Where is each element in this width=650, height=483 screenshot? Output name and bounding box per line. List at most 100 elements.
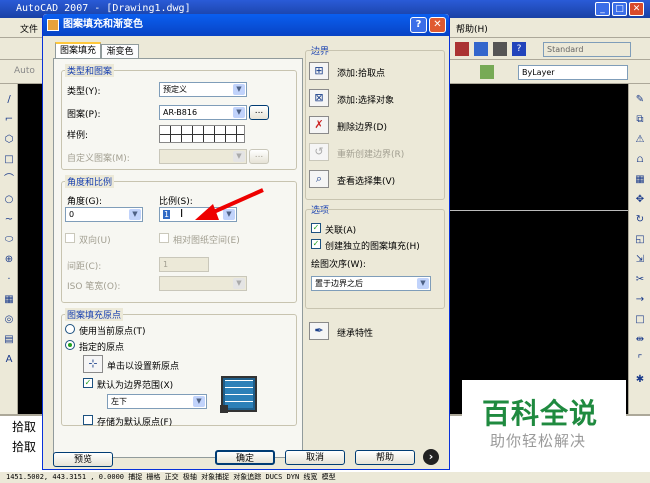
erase-tool-icon[interactable]: ✎	[634, 94, 646, 106]
store-default-checkbox[interactable]	[83, 415, 93, 425]
arc-tool-icon[interactable]: ⌒	[3, 174, 15, 186]
mtext-tool-icon[interactable]: A	[3, 354, 15, 366]
recreate-boundary-button[interactable]: 重新创建边界(R)	[337, 147, 404, 160]
spacing-input[interactable]: 1	[159, 257, 209, 272]
origin-position-select[interactable]: 左下 ▼	[107, 394, 207, 409]
cancel-button[interactable]: 取消	[285, 450, 345, 465]
minimize-button[interactable]: _	[595, 2, 610, 16]
insert-block-icon[interactable]: ⊕	[3, 254, 15, 266]
use-current-origin-label: 使用当前原点(T)	[79, 327, 146, 337]
point-tool-icon[interactable]: ·	[3, 274, 15, 286]
iso-pen-select[interactable]: ▼	[159, 276, 247, 291]
hatch-tool-icon[interactable]: ▦	[3, 294, 15, 306]
help-icon[interactable]: ?	[512, 42, 526, 56]
specified-origin-radio[interactable]	[65, 340, 75, 350]
help-button[interactable]: 帮助	[355, 450, 415, 465]
circle-tool-icon[interactable]: ○	[3, 194, 15, 206]
group-title: 角度和比例	[65, 175, 115, 188]
help-question-button[interactable]: ?	[410, 17, 427, 33]
red-arrow-annotation	[195, 188, 264, 220]
group-title: 图案填充原点	[65, 308, 124, 321]
stretch-tool-icon[interactable]: ⇲	[634, 254, 646, 266]
table-tool-icon[interactable]: ▤	[3, 334, 15, 346]
tab-hatch[interactable]: 图案填充	[55, 42, 101, 58]
pattern-sample-swatch[interactable]	[159, 125, 245, 143]
dialog-title-bar[interactable]: 图案填充和渐变色	[43, 14, 449, 36]
extend-tool-icon[interactable]: →	[634, 294, 646, 306]
default-extents-label: 默认为边界范围(X)	[97, 381, 174, 391]
select-objects-icon[interactable]: ⊠	[309, 89, 329, 107]
calculator-icon[interactable]	[493, 42, 507, 56]
scale-tool-icon[interactable]: ◱	[634, 234, 646, 246]
inherit-properties-button[interactable]: 继承特性	[337, 326, 373, 339]
chevron-down-icon: ▼	[417, 278, 429, 289]
explode-tool-icon[interactable]: ✱	[634, 374, 646, 386]
join-tool-icon[interactable]: ⇹	[634, 334, 646, 346]
pick-point-icon[interactable]: ⊞	[309, 62, 329, 80]
preview-button[interactable]: 预览	[53, 452, 113, 467]
trim-tool-icon[interactable]: ✂	[634, 274, 646, 286]
close-app-button[interactable]: ✕	[629, 2, 644, 16]
chevron-down-icon: ▼	[233, 278, 245, 289]
angle-select[interactable]: 0 ▼	[65, 207, 143, 222]
default-extents-checkbox[interactable]: ✓	[83, 378, 93, 388]
rectangle-tool-icon[interactable]: □	[3, 154, 15, 166]
command-line: 拾取	[12, 420, 37, 434]
chamfer-tool-icon[interactable]: ⌜	[634, 354, 646, 366]
remove-boundary-button[interactable]: 删除边界(D)	[337, 120, 387, 133]
chevron-down-icon: ▼	[233, 151, 245, 162]
type-label: 类型(Y):	[67, 87, 101, 97]
move-tool-icon[interactable]: ✥	[634, 194, 646, 206]
add-select-objects-button[interactable]: 添加:选择对象	[337, 93, 394, 106]
view-selection-icon[interactable]: ⌕	[309, 170, 329, 188]
ok-button[interactable]: 确定	[215, 450, 275, 465]
type-select[interactable]: 预定义 ▼	[159, 82, 247, 97]
draw-order-select[interactable]: 置于边界之后 ▼	[311, 276, 431, 291]
custom-pattern-select[interactable]: ▼	[159, 149, 247, 164]
view-selection-button[interactable]: 查看选择集(V)	[337, 174, 395, 187]
polygon-tool-icon[interactable]: ⬡	[3, 134, 15, 146]
offset-tool-icon[interactable]: ⩍	[634, 154, 646, 166]
use-current-origin-radio[interactable]	[65, 324, 75, 334]
break-tool-icon[interactable]: □	[634, 314, 646, 326]
pattern-browse-button[interactable]: ...	[249, 105, 269, 120]
array-tool-icon[interactable]: ▦	[634, 174, 646, 186]
recreate-boundary-icon[interactable]: ↺	[309, 143, 329, 161]
layer-select[interactable]: ByLayer	[518, 65, 628, 80]
separate-hatches-checkbox[interactable]: ✓	[311, 239, 321, 249]
tab-gradient[interactable]: 渐变色	[101, 44, 139, 58]
relative-paper-checkbox[interactable]	[159, 233, 169, 243]
pattern-select[interactable]: AR-B816 ▼	[159, 105, 247, 120]
relative-paper-label: 相对图纸空间(E)	[173, 236, 240, 246]
spline-tool-icon[interactable]: ~	[3, 214, 15, 226]
custom-pattern-label: 自定义图案(M):	[67, 154, 130, 164]
toolbar-icon[interactable]	[474, 42, 488, 56]
origin-preview-icon	[220, 376, 257, 413]
polyline-tool-icon[interactable]: ⌐	[3, 114, 15, 126]
mirror-tool-icon[interactable]: ⚠	[634, 134, 646, 146]
remove-boundary-icon[interactable]: ✗	[309, 116, 329, 134]
custom-browse-button[interactable]: ...	[249, 149, 269, 164]
layer-icon[interactable]	[480, 65, 494, 79]
line-tool-icon[interactable]: /	[3, 94, 15, 106]
text-style-select[interactable]: Standard	[543, 42, 631, 57]
add-pick-points-button[interactable]: 添加:拾取点	[337, 66, 385, 79]
more-options-button[interactable]: ›	[423, 449, 439, 465]
command-line: 拾取	[12, 440, 37, 454]
menu-file[interactable]: 文件	[20, 22, 38, 35]
maximize-button[interactable]: □	[612, 2, 627, 16]
copy-tool-icon[interactable]: ⧉	[634, 114, 646, 126]
menu-help[interactable]: 帮助(H)	[456, 22, 488, 35]
rotate-tool-icon[interactable]: ↻	[634, 214, 646, 226]
inherit-properties-icon[interactable]: ✒	[309, 322, 329, 340]
set-origin-icon[interactable]: ⊹	[83, 355, 103, 373]
iso-pen-label: ISO 笔宽(O):	[67, 282, 121, 292]
ellipse-tool-icon[interactable]: ⬭	[3, 234, 15, 246]
draw-toolbar: / ⌐ ⬡ □ ⌒ ○ ~ ⬭ ⊕ · ▦ ◎ ▤ A	[0, 84, 18, 414]
pattern-label: 图案(P):	[67, 110, 101, 120]
close-dialog-button[interactable]: ✕	[429, 17, 446, 33]
associative-checkbox[interactable]: ✓	[311, 223, 321, 233]
toolbar-icon[interactable]	[455, 42, 469, 56]
double-checkbox[interactable]	[65, 233, 75, 243]
region-tool-icon[interactable]: ◎	[3, 314, 15, 326]
